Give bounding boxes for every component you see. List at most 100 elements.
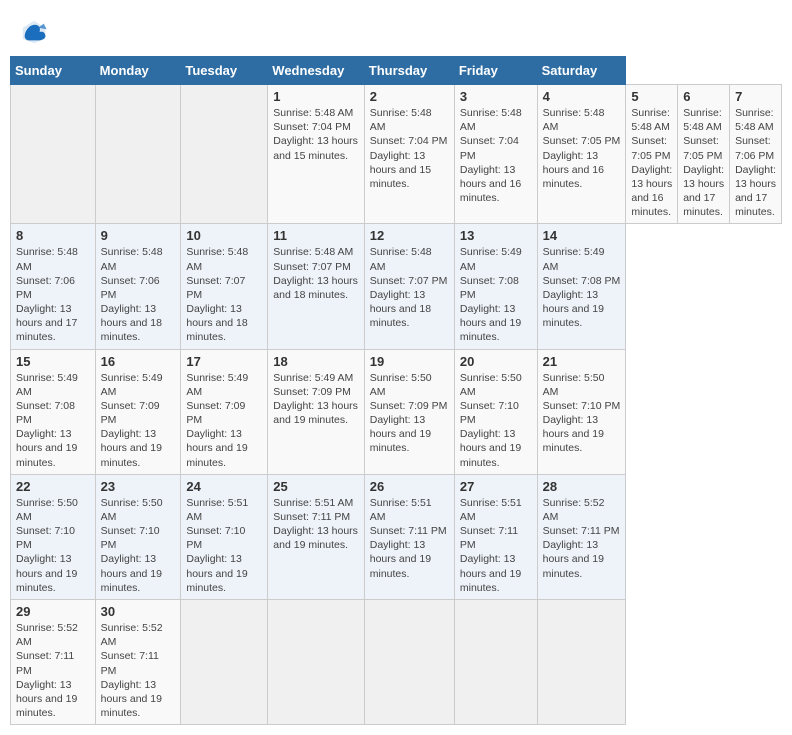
day-number: 26: [370, 479, 449, 494]
day-info: Sunrise: 5:48 AM Sunset: 7:07 PM Dayligh…: [370, 245, 449, 330]
logo: [20, 18, 50, 46]
day-number: 22: [16, 479, 90, 494]
day-number: 11: [273, 228, 358, 243]
calendar-cell: 14 Sunrise: 5:49 AM Sunset: 7:08 PM Dayl…: [537, 224, 626, 349]
calendar-cell: 25 Sunrise: 5:51 AM Sunset: 7:11 PM Dayl…: [268, 474, 364, 599]
day-info: Sunrise: 5:49 AM Sunset: 7:08 PM Dayligh…: [460, 245, 532, 344]
day-info: Sunrise: 5:48 AM Sunset: 7:06 PM Dayligh…: [101, 245, 176, 344]
day-info: Sunrise: 5:48 AM Sunset: 7:07 PM Dayligh…: [273, 245, 358, 302]
weekday-header-saturday: Saturday: [537, 57, 626, 85]
calendar-cell: 3 Sunrise: 5:48 AM Sunset: 7:04 PM Dayli…: [454, 85, 537, 224]
day-info: Sunrise: 5:48 AM Sunset: 7:06 PM Dayligh…: [16, 245, 90, 344]
weekday-header-friday: Friday: [454, 57, 537, 85]
day-number: 18: [273, 354, 358, 369]
day-info: Sunrise: 5:52 AM Sunset: 7:11 PM Dayligh…: [16, 621, 90, 720]
calendar-cell: 6 Sunrise: 5:48 AM Sunset: 7:05 PM Dayli…: [678, 85, 730, 224]
day-number: 7: [735, 89, 776, 104]
calendar-cell: 9 Sunrise: 5:48 AM Sunset: 7:06 PM Dayli…: [95, 224, 181, 349]
day-number: 13: [460, 228, 532, 243]
day-number: 15: [16, 354, 90, 369]
calendar-cell: 16 Sunrise: 5:49 AM Sunset: 7:09 PM Dayl…: [95, 349, 181, 474]
calendar-cell: 2 Sunrise: 5:48 AM Sunset: 7:04 PM Dayli…: [364, 85, 454, 224]
day-number: 29: [16, 604, 90, 619]
day-number: 9: [101, 228, 176, 243]
header: [10, 10, 782, 50]
calendar-table: SundayMondayTuesdayWednesdayThursdayFrid…: [10, 56, 782, 725]
day-info: Sunrise: 5:48 AM Sunset: 7:05 PM Dayligh…: [631, 106, 672, 219]
day-info: Sunrise: 5:48 AM Sunset: 7:04 PM Dayligh…: [370, 106, 449, 191]
calendar-cell: 15 Sunrise: 5:49 AM Sunset: 7:08 PM Dayl…: [11, 349, 96, 474]
calendar-cell: 18 Sunrise: 5:49 AM Sunset: 7:09 PM Dayl…: [268, 349, 364, 474]
calendar-cell: [537, 599, 626, 724]
calendar-cell: 20 Sunrise: 5:50 AM Sunset: 7:10 PM Dayl…: [454, 349, 537, 474]
calendar-cell: 7 Sunrise: 5:48 AM Sunset: 7:06 PM Dayli…: [730, 85, 782, 224]
day-info: Sunrise: 5:52 AM Sunset: 7:11 PM Dayligh…: [101, 621, 176, 720]
day-number: 10: [186, 228, 262, 243]
calendar-cell: [95, 85, 181, 224]
calendar-cell: 30 Sunrise: 5:52 AM Sunset: 7:11 PM Dayl…: [95, 599, 181, 724]
day-number: 6: [683, 89, 724, 104]
calendar-cell: 12 Sunrise: 5:48 AM Sunset: 7:07 PM Dayl…: [364, 224, 454, 349]
day-number: 2: [370, 89, 449, 104]
day-info: Sunrise: 5:50 AM Sunset: 7:09 PM Dayligh…: [370, 371, 449, 456]
day-info: Sunrise: 5:49 AM Sunset: 7:09 PM Dayligh…: [186, 371, 262, 470]
day-number: 23: [101, 479, 176, 494]
day-info: Sunrise: 5:50 AM Sunset: 7:10 PM Dayligh…: [460, 371, 532, 470]
calendar-cell: 24 Sunrise: 5:51 AM Sunset: 7:10 PM Dayl…: [181, 474, 268, 599]
calendar-cell: [181, 599, 268, 724]
day-info: Sunrise: 5:51 AM Sunset: 7:10 PM Dayligh…: [186, 496, 262, 595]
day-number: 19: [370, 354, 449, 369]
day-number: 5: [631, 89, 672, 104]
weekday-header-thursday: Thursday: [364, 57, 454, 85]
day-info: Sunrise: 5:50 AM Sunset: 7:10 PM Dayligh…: [101, 496, 176, 595]
calendar-cell: 10 Sunrise: 5:48 AM Sunset: 7:07 PM Dayl…: [181, 224, 268, 349]
day-number: 21: [543, 354, 621, 369]
day-info: Sunrise: 5:49 AM Sunset: 7:09 PM Dayligh…: [101, 371, 176, 470]
day-number: 20: [460, 354, 532, 369]
day-info: Sunrise: 5:51 AM Sunset: 7:11 PM Dayligh…: [370, 496, 449, 581]
calendar-cell: [268, 599, 364, 724]
day-number: 30: [101, 604, 176, 619]
day-info: Sunrise: 5:48 AM Sunset: 7:04 PM Dayligh…: [460, 106, 532, 205]
calendar-cell: 8 Sunrise: 5:48 AM Sunset: 7:06 PM Dayli…: [11, 224, 96, 349]
calendar-cell: 17 Sunrise: 5:49 AM Sunset: 7:09 PM Dayl…: [181, 349, 268, 474]
day-info: Sunrise: 5:52 AM Sunset: 7:11 PM Dayligh…: [543, 496, 621, 581]
day-info: Sunrise: 5:49 AM Sunset: 7:08 PM Dayligh…: [16, 371, 90, 470]
calendar-cell: [454, 599, 537, 724]
day-number: 17: [186, 354, 262, 369]
day-number: 14: [543, 228, 621, 243]
day-number: 4: [543, 89, 621, 104]
day-info: Sunrise: 5:49 AM Sunset: 7:09 PM Dayligh…: [273, 371, 358, 428]
calendar-cell: 22 Sunrise: 5:50 AM Sunset: 7:10 PM Dayl…: [11, 474, 96, 599]
calendar-cell: 28 Sunrise: 5:52 AM Sunset: 7:11 PM Dayl…: [537, 474, 626, 599]
day-number: 3: [460, 89, 532, 104]
calendar-cell: 21 Sunrise: 5:50 AM Sunset: 7:10 PM Dayl…: [537, 349, 626, 474]
calendar-cell: 1 Sunrise: 5:48 AM Sunset: 7:04 PM Dayli…: [268, 85, 364, 224]
calendar-cell: [11, 85, 96, 224]
day-info: Sunrise: 5:50 AM Sunset: 7:10 PM Dayligh…: [16, 496, 90, 595]
weekday-header-monday: Monday: [95, 57, 181, 85]
calendar-cell: [364, 599, 454, 724]
calendar-cell: 5 Sunrise: 5:48 AM Sunset: 7:05 PM Dayli…: [626, 85, 678, 224]
day-info: Sunrise: 5:48 AM Sunset: 7:07 PM Dayligh…: [186, 245, 262, 344]
calendar-cell: 29 Sunrise: 5:52 AM Sunset: 7:11 PM Dayl…: [11, 599, 96, 724]
day-info: Sunrise: 5:48 AM Sunset: 7:04 PM Dayligh…: [273, 106, 358, 163]
day-number: 8: [16, 228, 90, 243]
day-number: 25: [273, 479, 358, 494]
calendar-cell: 27 Sunrise: 5:51 AM Sunset: 7:11 PM Dayl…: [454, 474, 537, 599]
weekday-header-tuesday: Tuesday: [181, 57, 268, 85]
weekday-header-wednesday: Wednesday: [268, 57, 364, 85]
day-info: Sunrise: 5:49 AM Sunset: 7:08 PM Dayligh…: [543, 245, 621, 330]
calendar-cell: 19 Sunrise: 5:50 AM Sunset: 7:09 PM Dayl…: [364, 349, 454, 474]
calendar-cell: 4 Sunrise: 5:48 AM Sunset: 7:05 PM Dayli…: [537, 85, 626, 224]
calendar-cell: [181, 85, 268, 224]
day-number: 28: [543, 479, 621, 494]
calendar-cell: 11 Sunrise: 5:48 AM Sunset: 7:07 PM Dayl…: [268, 224, 364, 349]
calendar-cell: 26 Sunrise: 5:51 AM Sunset: 7:11 PM Dayl…: [364, 474, 454, 599]
day-info: Sunrise: 5:48 AM Sunset: 7:06 PM Dayligh…: [735, 106, 776, 219]
calendar-cell: 13 Sunrise: 5:49 AM Sunset: 7:08 PM Dayl…: [454, 224, 537, 349]
day-number: 12: [370, 228, 449, 243]
weekday-header-sunday: Sunday: [11, 57, 96, 85]
day-info: Sunrise: 5:51 AM Sunset: 7:11 PM Dayligh…: [273, 496, 358, 553]
day-info: Sunrise: 5:48 AM Sunset: 7:05 PM Dayligh…: [683, 106, 724, 219]
